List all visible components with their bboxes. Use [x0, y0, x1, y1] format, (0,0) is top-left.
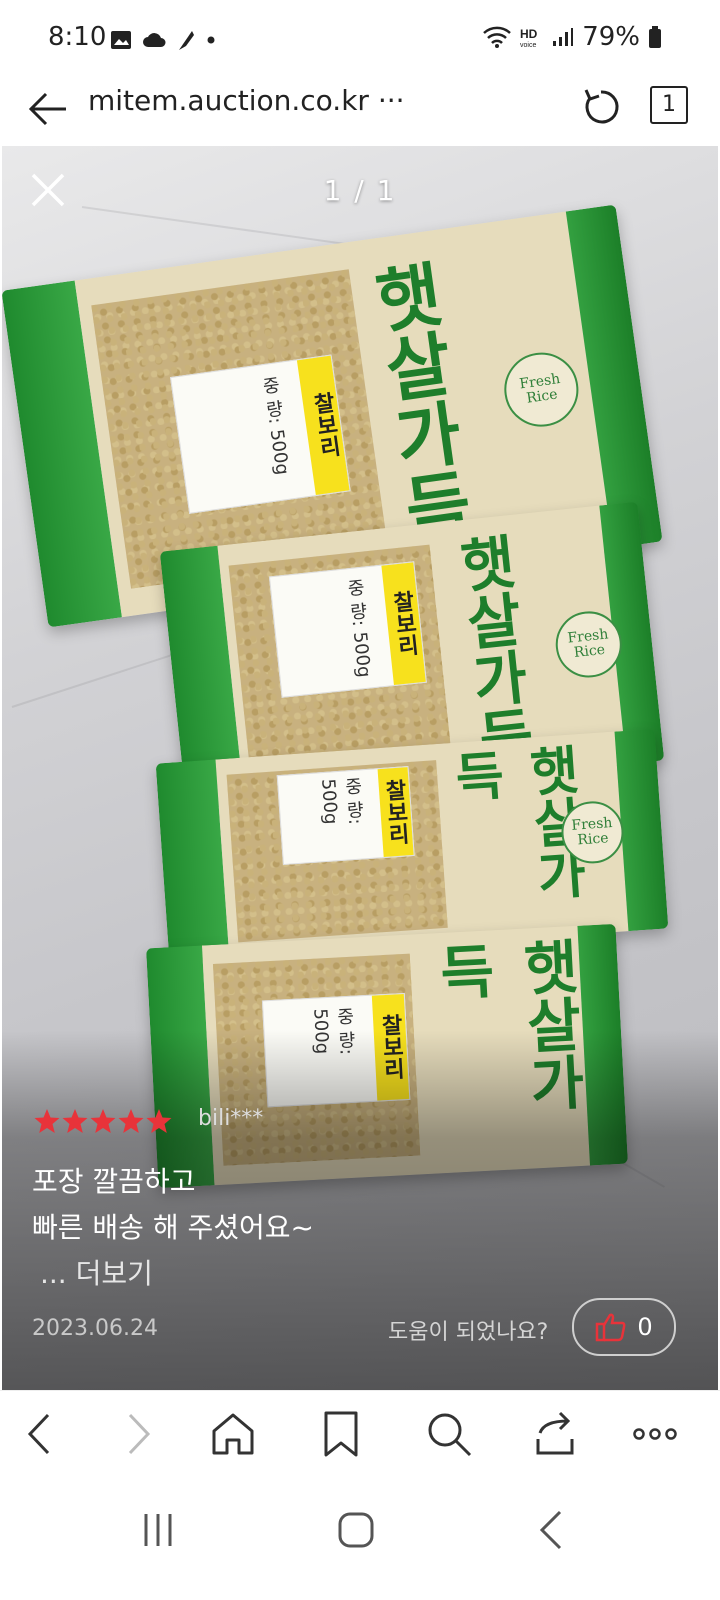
signal-icon: [553, 28, 574, 46]
star-rating: [34, 1108, 172, 1134]
svg-text:voice: voice: [520, 42, 536, 48]
back-icon[interactable]: [16, 1409, 66, 1459]
helpful-question: 도움이 되었나요?: [388, 1320, 549, 1345]
more-options-icon[interactable]: [630, 1409, 680, 1459]
wifi-icon: [483, 26, 512, 48]
home-icon[interactable]: [208, 1409, 258, 1459]
product-weight: 중 량: 500g: [317, 776, 366, 826]
back-arrow-icon[interactable]: [26, 86, 72, 132]
reviewer-id: bili***: [198, 1106, 264, 1131]
search-icon[interactable]: [424, 1409, 474, 1459]
svg-text:HD: HD: [520, 27, 538, 41]
home-button-icon[interactable]: [326, 1500, 386, 1560]
star-icon: [34, 1109, 60, 1133]
url-text[interactable]: mitem.auction.co.kr ···: [88, 84, 405, 117]
tab-count-button[interactable]: 1: [650, 86, 688, 124]
hd-voice-icon: HDvoice: [520, 27, 538, 48]
star-icon: [118, 1109, 144, 1133]
status-bar: 8:10 HD voice 79%: [0, 0, 720, 80]
helpful-like-button[interactable]: 0: [572, 1298, 676, 1356]
notification-icons: [110, 26, 216, 54]
status-time: 8:10: [48, 22, 107, 52]
review-image-viewer: 찰보리 중 량: 500g 햇살가득 Fresh Rice 찰보리 중 량: 5…: [2, 146, 718, 1390]
feather-icon: [179, 31, 194, 50]
review-date: 2023.06.24: [32, 1316, 158, 1341]
review-text-line: 포장 깔끔하고: [32, 1165, 196, 1198]
image-counter: 1 / 1: [323, 174, 397, 207]
forward-icon[interactable]: [112, 1409, 162, 1459]
system-back-icon[interactable]: [522, 1500, 582, 1560]
battery-percent: 79%: [582, 22, 640, 52]
read-more-link[interactable]: ... 더보기: [40, 1252, 153, 1292]
system-nav-bar: [0, 1476, 720, 1600]
product-weight: 중 량: 500g: [258, 374, 293, 477]
recent-apps-icon[interactable]: [128, 1500, 188, 1560]
gallery-icon: [111, 31, 131, 49]
share-icon[interactable]: [530, 1409, 580, 1459]
battery-icon: [649, 26, 661, 48]
thumbs-up-icon: [596, 1313, 626, 1342]
star-icon: [90, 1109, 116, 1133]
system-icons: HD voice 79%: [482, 22, 662, 52]
product-name: 찰보리: [377, 767, 414, 858]
dot-icon: [207, 36, 215, 44]
product-label: 찰보리 중 량: 500g: [276, 766, 415, 866]
refresh-icon[interactable]: [578, 84, 624, 130]
product-label: 찰보리 중 량: 500g: [268, 561, 427, 698]
product-weight: 중 량: 500g: [343, 577, 375, 679]
like-count: 0: [637, 1313, 653, 1341]
product-label: 찰보리 중 량: 500g: [169, 354, 351, 514]
review-text-line: 빠른 배송 해 주셨어요~: [32, 1211, 315, 1244]
cloud-icon: [143, 33, 166, 47]
address-bar: mitem.auction.co.kr ··· 1: [0, 80, 720, 146]
browser-toolbar: [0, 1390, 720, 1477]
bookmark-icon[interactable]: [316, 1409, 366, 1459]
star-icon: [146, 1109, 172, 1133]
star-icon: [62, 1109, 88, 1133]
